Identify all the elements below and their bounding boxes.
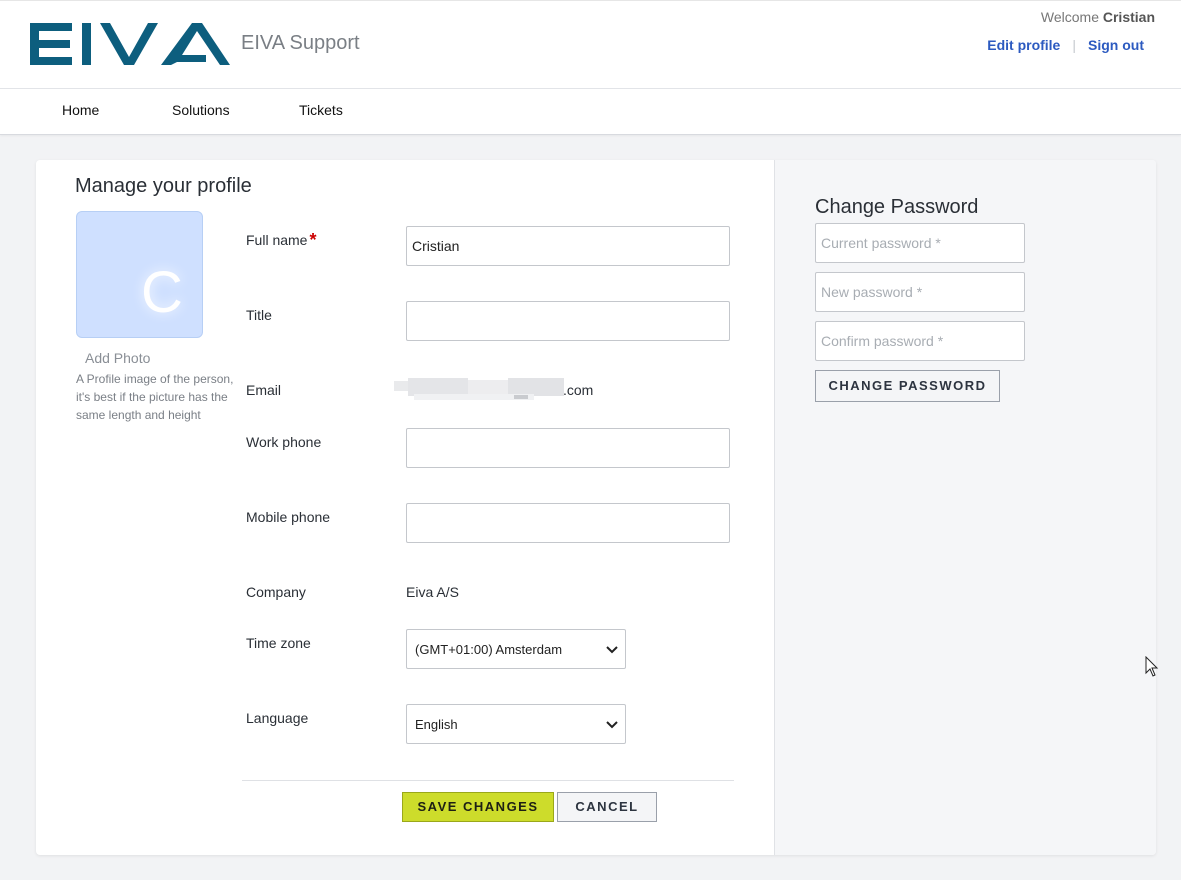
full-name-label-text: Full name bbox=[246, 232, 308, 248]
confirm-password-input[interactable] bbox=[815, 321, 1025, 361]
company-label: Company bbox=[246, 584, 306, 600]
eiva-logo[interactable] bbox=[30, 21, 232, 67]
timezone-selected-value: (GMT+01:00) Amsterdam bbox=[415, 642, 563, 657]
nav-item-tickets[interactable]: Tickets bbox=[299, 102, 343, 118]
site-header: EIVA Support Welcome Cristian Edit profi… bbox=[0, 0, 1181, 89]
change-password-button[interactable]: CHANGE PASSWORD bbox=[815, 370, 1000, 402]
current-password-input[interactable] bbox=[815, 223, 1025, 263]
language-select[interactable]: English bbox=[406, 704, 626, 744]
change-password-panel: Change Password CHANGE PASSWORD bbox=[774, 160, 1156, 855]
language-label: Language bbox=[246, 710, 309, 726]
required-marker: * bbox=[309, 230, 317, 250]
add-photo-link[interactable]: Add Photo bbox=[85, 350, 150, 366]
page-title: Manage your profile bbox=[75, 175, 252, 197]
timezone-select[interactable]: (GMT+01:00) Amsterdam bbox=[406, 629, 626, 669]
chevron-down-icon bbox=[606, 721, 618, 729]
main-nav: Home Solutions Tickets bbox=[0, 89, 1181, 135]
mobile-phone-label: Mobile phone bbox=[246, 509, 331, 525]
avatar[interactable]: C bbox=[76, 211, 203, 338]
company-value: Eiva A/S bbox=[406, 584, 459, 600]
user-name: Cristian bbox=[1102, 9, 1155, 25]
profile-card: Manage your profile C Add Photo A Profil… bbox=[36, 160, 1156, 855]
title-input[interactable] bbox=[406, 301, 730, 341]
welcome-text: Welcome Cristian bbox=[1041, 9, 1155, 25]
timezone-label: Time zone bbox=[246, 635, 311, 651]
nav-item-home[interactable]: Home bbox=[62, 102, 99, 118]
site-name: EIVA Support bbox=[241, 32, 360, 54]
work-phone-label: Work phone bbox=[246, 434, 322, 450]
save-changes-button[interactable]: SAVE CHANGES bbox=[402, 792, 554, 822]
mouse-cursor-icon bbox=[1145, 656, 1159, 677]
nav-item-solutions[interactable]: Solutions bbox=[172, 102, 230, 118]
edit-profile-link[interactable]: Edit profile bbox=[987, 37, 1060, 53]
email-value: .com bbox=[563, 382, 594, 398]
language-selected-value: English bbox=[415, 717, 458, 732]
welcome-prefix: Welcome bbox=[1040, 9, 1099, 25]
change-password-title: Change Password bbox=[815, 196, 979, 218]
user-links: Edit profile | Sign out bbox=[987, 37, 1144, 53]
cancel-button[interactable]: CANCEL bbox=[557, 792, 657, 822]
email-redacted bbox=[394, 378, 564, 400]
photo-help-text: A Profile image of the person, it's best… bbox=[76, 372, 234, 422]
work-phone-input[interactable] bbox=[406, 428, 730, 468]
new-password-input[interactable] bbox=[815, 272, 1025, 312]
full-name-input[interactable] bbox=[406, 226, 730, 266]
link-separator: | bbox=[1072, 37, 1076, 53]
title-label: Title bbox=[246, 307, 272, 323]
mobile-phone-input[interactable] bbox=[406, 503, 730, 543]
sign-out-link[interactable]: Sign out bbox=[1088, 37, 1144, 53]
chevron-down-icon bbox=[606, 646, 618, 654]
avatar-initial: C bbox=[141, 260, 183, 325]
form-divider bbox=[242, 780, 734, 781]
email-label: Email bbox=[246, 382, 282, 398]
full-name-label: Full name * bbox=[246, 230, 316, 251]
